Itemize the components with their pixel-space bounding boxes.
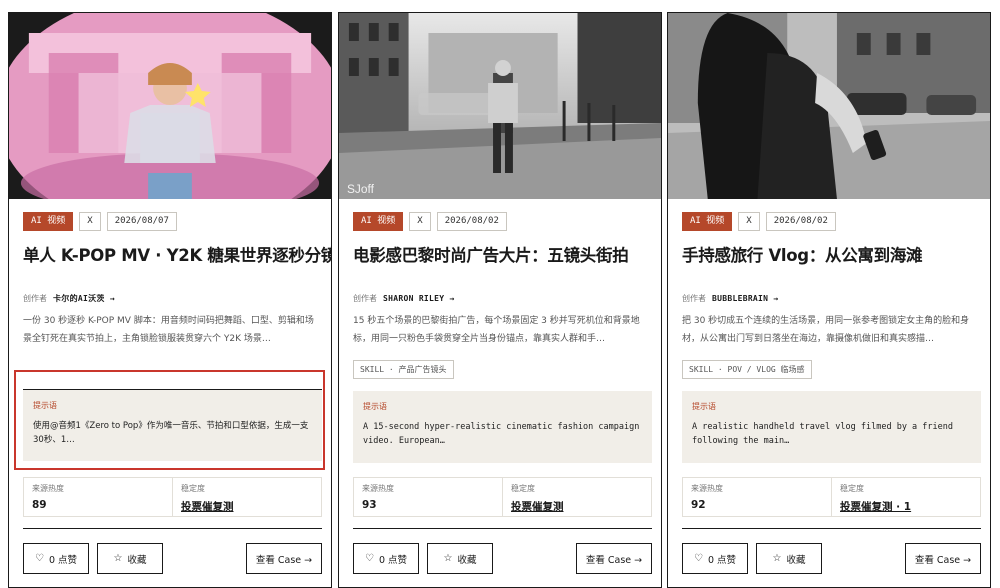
platform-tag[interactable]: X — [79, 212, 101, 231]
case-card[interactable]: SJoff AI 视频 X 2026/08/02 电影感巴黎时尚广告大片：五镜头… — [338, 12, 662, 588]
tag-row: AI 视频 X 2026/08/02 — [353, 212, 507, 231]
creator-link[interactable]: SHARON RILEY → — [383, 294, 455, 303]
stats-panel: 来源热度 89 稳定度 投票催复测 — [23, 477, 322, 517]
date-tag: 2026/08/07 — [106, 212, 177, 231]
creator-line: 创作者 卡尔的AI沃茨 → — [23, 293, 115, 304]
card-title[interactable]: 单人 K-POP MV · Y2K 糖果世界逐秒分镜 — [23, 242, 331, 266]
favorite-button[interactable]: ☆ 收藏 — [427, 543, 493, 574]
date-tag: 2026/08/02 — [765, 212, 836, 231]
stability-label: 稳定度 — [511, 484, 535, 493]
creator-line: 创作者 SHARON RILEY → — [353, 293, 455, 304]
stability: 稳定度 投票催复测 — [502, 478, 651, 516]
vlog-street-image — [668, 13, 990, 199]
prompt-text: 使用@音频1《Zero to Pop》作为唯一音乐、节拍和口型依据，生成一支30… — [33, 421, 309, 445]
star-icon: ☆ — [113, 553, 123, 564]
favorite-label: 收藏 — [457, 554, 477, 566]
card-description: 15 秒五个场景的巴黎街拍广告，每个场景固定 3 秒并写死机位和背景地标，用同一… — [353, 316, 640, 344]
stability: 稳定度 投票催复测 · 1 — [831, 478, 980, 516]
like-label: 0 点赞 — [378, 554, 408, 566]
skill-tag[interactable]: SKILL · 产品广告镜头 — [353, 360, 454, 379]
prompt-box[interactable]: 提示语 使用@音频1《Zero to Pop》作为唯一音乐、节拍和口型依据，生成… — [23, 389, 322, 461]
stats-panel: 来源热度 92 稳定度 投票催复测 · 1 — [682, 477, 981, 517]
creator-line: 创作者 BUBBLEBRAIN → — [682, 293, 779, 304]
favorite-label: 收藏 — [786, 554, 806, 566]
view-case-button[interactable]: 查看 Case → — [905, 543, 981, 574]
prompt-box[interactable]: 提示语 A 15-second hyper-realistic cinemati… — [353, 391, 652, 463]
category-tag[interactable]: AI 视频 — [682, 212, 733, 231]
star-icon: ☆ — [772, 553, 782, 564]
card-thumbnail[interactable] — [668, 13, 990, 199]
prompt-text: A realistic handheld travel vlog filmed … — [692, 422, 953, 446]
like-label: 0 点赞 — [48, 554, 78, 566]
stability-vote-link[interactable]: 投票催复测 — [181, 499, 313, 514]
platform-tag[interactable]: X — [409, 212, 431, 231]
creator-label: 创作者 — [682, 294, 706, 303]
divider — [353, 528, 652, 529]
creator-link[interactable]: BUBBLEBRAIN → — [712, 294, 779, 303]
stability-label: 稳定度 — [840, 484, 864, 493]
creator-label: 创作者 — [23, 294, 47, 303]
source-heat: 来源热度 92 — [683, 478, 831, 516]
stability-vote-link[interactable]: 投票催复测 — [511, 499, 643, 514]
creator-label: 创作者 — [353, 294, 377, 303]
prompt-label: 提示语 — [363, 402, 387, 411]
heart-icon: ♡ — [364, 553, 374, 564]
watermark: SJoff — [347, 182, 375, 196]
source-heat-value: 92 — [691, 499, 706, 511]
view-case-button[interactable]: 查看 Case → — [246, 543, 322, 574]
view-case-button[interactable]: 查看 Case → — [576, 543, 652, 574]
heart-icon: ♡ — [34, 553, 44, 564]
stats-panel: 来源热度 93 稳定度 投票催复测 — [353, 477, 652, 517]
stability-vote-link[interactable]: 投票催复测 · 1 — [840, 499, 972, 514]
heart-icon: ♡ — [693, 553, 703, 564]
view-case-label: 查看 Case → — [585, 554, 643, 566]
card-description: 把 30 秒切成五个连续的生活场景，用同一张参考图锁定女主角的脸和身材，从公寓出… — [682, 316, 970, 344]
tag-row: AI 视频 X 2026/08/02 — [682, 212, 836, 231]
like-button[interactable]: ♡ 0 点赞 — [23, 543, 89, 574]
platform-tag[interactable]: X — [738, 212, 760, 231]
divider — [682, 528, 981, 529]
like-label: 0 点赞 — [707, 554, 737, 566]
creator-link[interactable]: 卡尔的AI沃茨 → — [53, 294, 115, 303]
stability-label: 稳定度 — [181, 484, 205, 493]
source-heat: 来源热度 89 — [24, 478, 172, 516]
like-button[interactable]: ♡ 0 点赞 — [353, 543, 419, 574]
prompt-label: 提示语 — [692, 402, 716, 411]
category-tag[interactable]: AI 视频 — [353, 212, 404, 231]
favorite-label: 收藏 — [127, 554, 147, 566]
like-button[interactable]: ♡ 0 点赞 — [682, 543, 748, 574]
source-heat-label: 来源热度 — [32, 484, 64, 493]
card-thumbnail[interactable]: SJoff — [339, 13, 661, 199]
prompt-box[interactable]: 提示语 A realistic handheld travel vlog fil… — [682, 391, 981, 463]
card-title[interactable]: 电影感巴黎时尚广告大片：五镜头街拍 — [353, 242, 653, 266]
paris-street-image: SJoff — [339, 13, 661, 199]
prompt-label: 提示语 — [33, 401, 57, 410]
source-heat-value: 93 — [362, 499, 377, 511]
view-case-label: 查看 Case → — [255, 554, 313, 566]
favorite-button[interactable]: ☆ 收藏 — [756, 543, 822, 574]
divider — [23, 528, 322, 529]
card-thumbnail[interactable] — [9, 13, 331, 199]
case-card[interactable]: AI 视频 X 2026/08/07 单人 K-POP MV · Y2K 糖果世… — [8, 12, 332, 588]
skill-tag[interactable]: SKILL · POV / VLOG 临场感 — [682, 360, 812, 379]
category-tag[interactable]: AI 视频 — [23, 212, 74, 231]
case-card[interactable]: AI 视频 X 2026/08/02 手持感旅行 Vlog：从公寓到海滩 创作者… — [667, 12, 991, 588]
card-title[interactable]: 手持感旅行 Vlog：从公寓到海滩 — [682, 242, 982, 266]
view-case-label: 查看 Case → — [914, 554, 972, 566]
tag-row: AI 视频 X 2026/08/07 — [23, 212, 177, 231]
kpop-scene-image — [9, 13, 331, 199]
favorite-button[interactable]: ☆ 收藏 — [97, 543, 163, 574]
source-heat-label: 来源热度 — [691, 484, 723, 493]
stability: 稳定度 投票催复测 — [172, 478, 321, 516]
source-heat-value: 89 — [32, 499, 47, 511]
prompt-text: A 15-second hyper-realistic cinematic fa… — [363, 422, 640, 446]
source-heat: 来源热度 93 — [354, 478, 502, 516]
card-description: 一份 30 秒逐秒 K-POP MV 脚本：用音频时间码把舞蹈、口型、剪辑和场景… — [23, 316, 314, 344]
star-icon: ☆ — [443, 553, 453, 564]
date-tag: 2026/08/02 — [436, 212, 507, 231]
source-heat-label: 来源热度 — [362, 484, 394, 493]
